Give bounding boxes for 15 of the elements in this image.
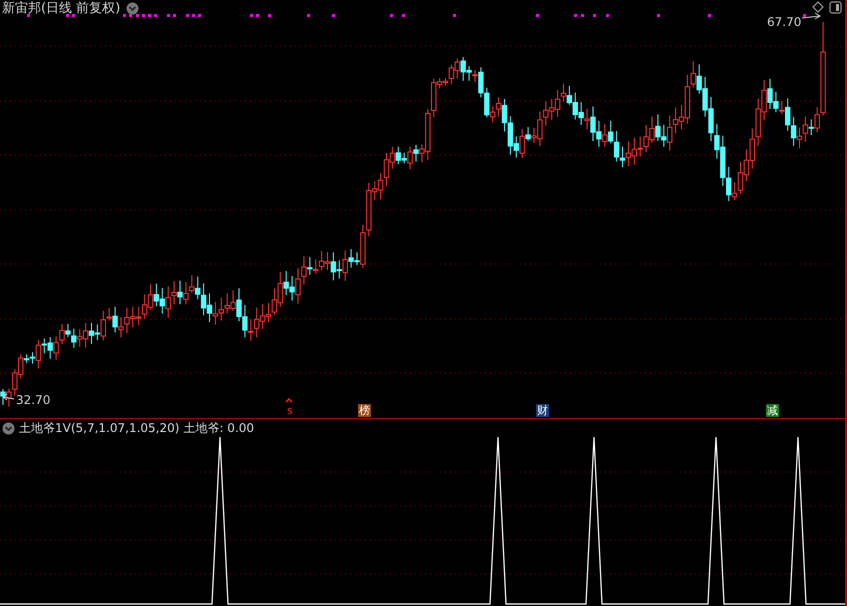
event-marker: 财: [536, 404, 549, 417]
panel-toggle-icon[interactable]: [829, 1, 842, 14]
event-marker: 榜: [358, 404, 371, 417]
indicator-name: 土地爷1V(5,7,1.07,1.05,20): [19, 420, 180, 437]
chart-title: 新宙邦(日线 前复权): [2, 0, 120, 17]
dropdown-icon[interactable]: [2, 422, 15, 435]
low-pointer-arrow: [2, 394, 14, 400]
indicator-reading: 土地爷: 0.00: [183, 420, 254, 437]
event-marker: s: [286, 404, 294, 417]
event-marker: 减: [766, 404, 779, 417]
high-pointer-arrow: [802, 12, 821, 20]
dropdown-icon[interactable]: [126, 2, 140, 14]
diamond-icon[interactable]: [812, 1, 824, 13]
price-label: 32.70: [16, 393, 50, 407]
price-label: 67.70: [767, 15, 802, 29]
